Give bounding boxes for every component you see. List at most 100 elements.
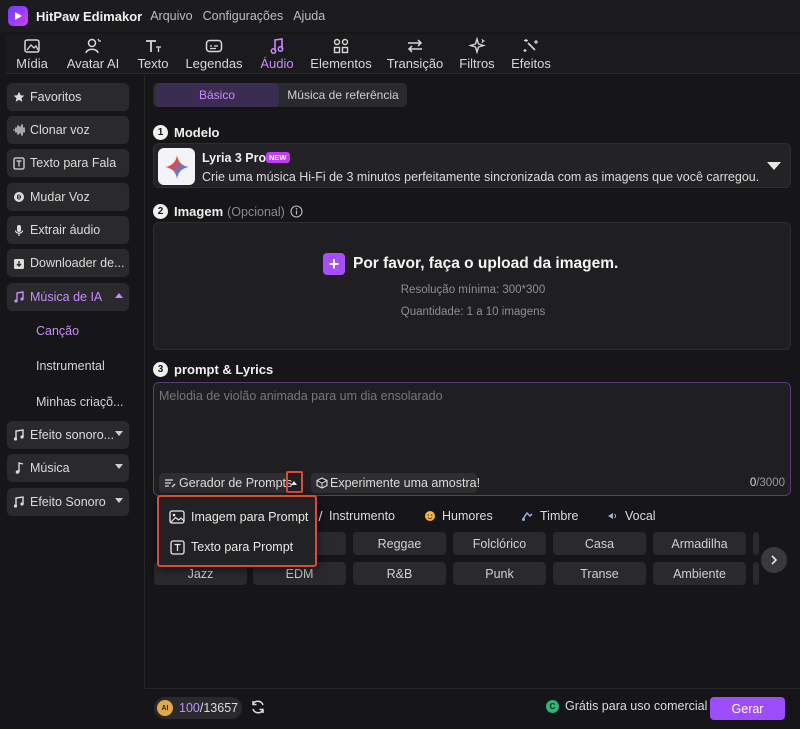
sidebar-item-efeito-sonoro-ia[interactable]: Efeito sonoro... [7, 421, 129, 449]
genre-chip-partial[interactable] [753, 532, 759, 555]
step-2-icon: 2 [153, 204, 168, 219]
sound-effect-icon [12, 428, 26, 442]
avatar-icon [84, 36, 102, 56]
menu-ajuda[interactable]: Ajuda [293, 9, 325, 23]
step-1-icon: 1 [153, 125, 168, 140]
subtitles-icon [205, 36, 223, 56]
sidebar-item-label: Clonar voz [30, 123, 90, 137]
tab-musica-de-referencia[interactable]: Música de referência [281, 83, 405, 107]
ai-music-icon [12, 290, 26, 304]
text-box-icon [169, 539, 185, 555]
genre-chip[interactable]: Folclórico [453, 532, 546, 555]
prompt-generator-label: Gerador de Prompts [179, 476, 293, 490]
sidebar-item-mudar-voz[interactable]: Mudar Voz [7, 183, 129, 211]
genre-chip[interactable]: R&B [353, 562, 446, 585]
prompt-textarea[interactable]: Melodia de violão animada para um dia en… [153, 382, 791, 496]
commercial-use-text: Grátis para uso comercial [565, 699, 708, 713]
refresh-icon[interactable] [249, 698, 267, 716]
sidebar-sub-minhas-criacoes[interactable]: Minhas criaçõ... [36, 395, 124, 409]
audio-icon [269, 36, 285, 56]
try-sample-button[interactable]: Experimente uma amostra! [311, 473, 480, 493]
genre-chip[interactable]: Armadilha [653, 532, 746, 555]
microphone-icon [12, 223, 26, 237]
credit-total: /13657 [199, 701, 239, 715]
sidebar-item-texto-para-fala[interactable]: Texto para Fala [7, 149, 129, 177]
genre-chip[interactable]: Ambiente [653, 562, 746, 585]
sidebar-item-label: Mudar Voz [30, 190, 90, 204]
chevron-up-icon [115, 293, 123, 298]
category-instrumento[interactable]: Instrumento [317, 509, 395, 523]
sidebar-item-favoritos[interactable]: Favoritos [7, 83, 129, 111]
toolbar-audio-label: Áudio [260, 56, 294, 71]
toolbar-elementos[interactable]: Elementos [310, 34, 372, 74]
toolbar-filtros-label: Filtros [459, 56, 495, 71]
toolbar-filtros[interactable]: Filtros [458, 34, 496, 74]
prompt-generator-button[interactable]: Gerador de Prompts [159, 473, 292, 493]
prompt-placeholder: Melodia de violão animada para um dia en… [159, 389, 443, 403]
sidebar-item-musica-de-ia[interactable]: Música de IA [7, 283, 129, 311]
toolbar-avatar-ai[interactable]: Avatar AI [64, 34, 122, 74]
app-logo-icon [8, 6, 28, 26]
menu-arquivo[interactable]: Arquivo [150, 9, 192, 23]
sidebar-item-downloader[interactable]: Downloader de... [7, 249, 129, 277]
dropdown-item-label: Texto para Prompt [191, 540, 294, 554]
timbre-icon [521, 510, 534, 522]
sidebar-item-label: Favoritos [30, 90, 82, 104]
next-arrow-button[interactable] [761, 547, 787, 573]
elements-icon [332, 36, 350, 56]
panel-divider [144, 76, 145, 688]
chevron-right-icon [770, 555, 778, 565]
category-timbre[interactable]: Timbre [521, 509, 578, 523]
genre-chip[interactable]: Casa [553, 532, 646, 555]
toolbar-efeitos-label: Efeitos [511, 56, 551, 71]
category-humores[interactable]: Humores [424, 509, 493, 523]
sidebar-item-label: Texto para Fala [30, 156, 117, 170]
image-section-title: 2 Imagem (Opcional) [153, 204, 303, 219]
media-icon [23, 36, 41, 56]
tab-basico[interactable]: Básico [155, 83, 279, 107]
toolbar-legendas[interactable]: Legendas [184, 34, 244, 74]
credit-current: 100 [179, 701, 200, 715]
vocal-icon [606, 510, 619, 522]
toolbar-media[interactable]: Mídia [14, 34, 50, 74]
plus-icon[interactable]: + [323, 253, 345, 275]
sidebar-item-clonar-voz[interactable]: Clonar voz [7, 116, 129, 144]
toolbar-audio[interactable]: Áudio [258, 34, 296, 74]
toolbar-legendas-label: Legendas [185, 56, 243, 71]
dropdown-imagem-para-prompt[interactable]: Imagem para Prompt [169, 509, 308, 525]
image-section-label: Imagem [174, 204, 224, 219]
character-counter: 0/3000 [750, 477, 785, 489]
genre-chip-partial[interactable] [753, 562, 759, 585]
category-label: Instrumento [329, 509, 396, 523]
genre-chip[interactable]: Transe [553, 562, 646, 585]
menu-configuracoes[interactable]: Configurações [203, 9, 284, 23]
gemini-star-icon [158, 148, 195, 185]
generate-button[interactable]: Gerar [710, 697, 785, 720]
prompt-generator-dropdown: Imagem para Prompt Texto para Prompt [157, 495, 317, 567]
genre-chip[interactable]: Punk [453, 562, 546, 585]
chevron-down-icon[interactable] [767, 162, 781, 170]
category-label: Timbre [540, 509, 579, 523]
model-selector[interactable]: Lyria 3 Pro NEW Crie uma música Hi-Fi de… [153, 143, 791, 188]
sidebar-item-musica[interactable]: Música [7, 454, 129, 482]
genre-chip[interactable]: Reggae [353, 532, 446, 555]
info-icon[interactable] [290, 205, 303, 218]
toolbar-efeitos[interactable]: Efeitos [510, 34, 552, 74]
dropdown-texto-para-prompt[interactable]: Texto para Prompt [169, 539, 293, 555]
image-upload-area[interactable]: + Por favor, faça o upload da imagem. Re… [153, 222, 791, 350]
sidebar-sub-cancao[interactable]: Canção [36, 324, 79, 338]
upload-title: Por favor, faça o upload da imagem. [353, 255, 619, 272]
prompt-section-label: prompt & Lyrics [174, 362, 274, 377]
download-icon [12, 256, 26, 270]
dice-icon [316, 477, 328, 489]
toolbar-avatar-label: Avatar AI [66, 56, 120, 71]
list-edit-icon [164, 478, 176, 489]
sidebar-sub-instrumental[interactable]: Instrumental [36, 359, 105, 373]
category-vocal[interactable]: Vocal [606, 509, 656, 523]
sidebar-item-extrair-audio[interactable]: Extrair áudio [7, 216, 129, 244]
step-3-icon: 3 [153, 362, 168, 377]
sidebar-item-efeito-sonoro[interactable]: Efeito Sonoro [7, 488, 129, 516]
toolbar-transicao[interactable]: Transição [386, 34, 444, 74]
model-description: Crie uma música Hi-Fi de 3 minutos perfe… [202, 170, 760, 184]
toolbar-text[interactable]: Texto [136, 34, 170, 74]
